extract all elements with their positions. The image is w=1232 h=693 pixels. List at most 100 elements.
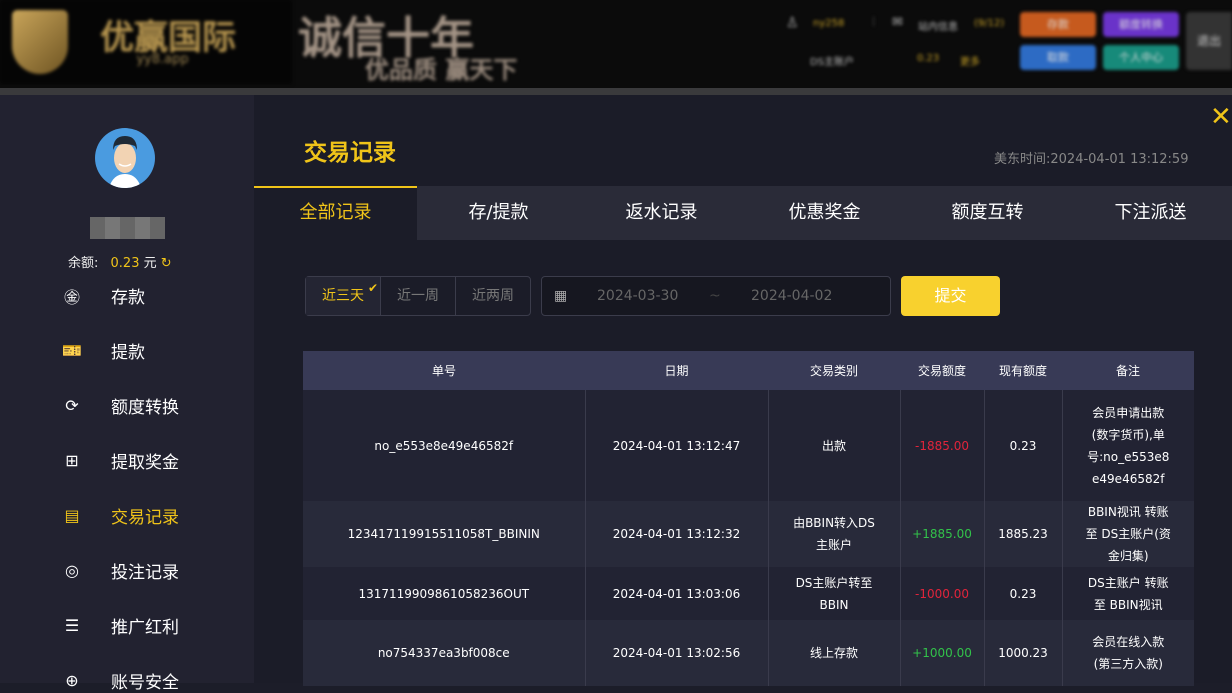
column-header: 日期: [585, 351, 768, 390]
cell-id: no_e553e8e49e46582f: [303, 390, 585, 501]
mail-icon: ✉: [892, 15, 903, 30]
logout-button[interactable]: 退出: [1186, 12, 1232, 70]
sidebar-item-label: 投注记录: [111, 563, 179, 583]
refresh-icon[interactable]: ↻: [161, 256, 172, 271]
header-username[interactable]: ny258: [813, 18, 844, 29]
messages-count: (9/12): [974, 18, 1005, 29]
sidebar-item-label: 提取奖金: [111, 453, 179, 473]
cell-note: 会员在线入款(第三方入款): [1061, 620, 1194, 686]
cell-date: 2024-04-01 13:12:47: [584, 390, 768, 501]
cell-type: 由BBIN转入DS主账户: [767, 501, 900, 567]
date-range-input[interactable]: ▦ 2024-03-30 ~ 2024-04-02: [541, 276, 891, 316]
cell-id: 123417119915511058T_BBININ: [303, 501, 585, 567]
shield-icon: ⊕: [65, 671, 79, 690]
page-title: 交易记录: [304, 140, 396, 166]
calendar-icon: ▦: [554, 288, 568, 304]
range-1week[interactable]: 近一周: [380, 277, 455, 315]
clipboard-icon: ▤: [64, 506, 80, 525]
sidebar-item-bets[interactable]: ◎ 投注记录: [60, 558, 179, 583]
more-link[interactable]: 更多: [960, 53, 980, 68]
username-masked: [90, 217, 165, 239]
account-label: DS主账户: [810, 57, 855, 68]
time-label: 美东时间:: [994, 152, 1051, 167]
table-row: 123417119915511058T_BBININ 2024-04-01 13…: [303, 501, 1194, 567]
column-header: 交易类别: [768, 351, 900, 390]
transactions-table: 单号 日期 交易类别 交易额度 现有额度 备注 no_e553e8e49e465…: [303, 351, 1194, 686]
tab-rebate[interactable]: 返水记录: [580, 186, 743, 240]
range-label: 近三天: [322, 288, 364, 304]
messages-link[interactable]: 站内信息: [918, 18, 958, 33]
cell-note: BBIN视讯 转账至 DS主账户(资金归集): [1061, 501, 1194, 567]
cell-balance: 0.23: [983, 567, 1062, 620]
coins-icon: ☰: [64, 616, 80, 635]
sidebar-item-promo[interactable]: ☰ 推广红利: [60, 613, 179, 638]
sidebar-balance: 余额: 0.23 元 ↻: [68, 252, 172, 271]
balance-unit: 元: [143, 256, 157, 271]
header-profile-button[interactable]: 个人中心: [1103, 45, 1179, 70]
sidebar-item-transactions[interactable]: ▤ 交易记录: [60, 503, 179, 528]
cell-date: 2024-04-01 13:03:06: [584, 567, 768, 620]
sidebar-item-label: 额度转换: [111, 398, 179, 418]
table-row: no_e553e8e49e46582f 2024-04-01 13:12:47 …: [303, 390, 1194, 501]
cell-balance: 1885.23: [983, 501, 1062, 567]
sidebar-item-label: 账号安全: [111, 673, 179, 693]
cell-type: 出款: [767, 390, 900, 501]
end-date[interactable]: 2024-04-02: [751, 288, 832, 304]
cell-id: no754337ea3bf008ce: [303, 620, 585, 686]
tab-transfer[interactable]: 额度互转: [906, 186, 1069, 240]
sidebar-item-label: 提款: [111, 343, 145, 363]
sidebar-item-deposit[interactable]: ㊎ 存款: [60, 283, 145, 309]
gift-icon: ⊞: [65, 451, 79, 470]
sidebar-item-transfer[interactable]: ⟳ 额度转换: [60, 393, 179, 418]
close-icon[interactable]: ✕: [1210, 102, 1232, 132]
cell-note: 会员申请出款(数字货币),单号:no_e553e8e49e46582f: [1061, 390, 1194, 501]
bet-icon: ◎: [65, 561, 79, 580]
cell-amount: -1885.00: [899, 390, 984, 501]
logo[interactable]: 优赢国际 yy8.app: [0, 0, 292, 84]
header-deposit-button[interactable]: 存款: [1020, 12, 1096, 37]
tab-promo-bonus[interactable]: 优惠奖金: [743, 186, 906, 240]
avatar[interactable]: [95, 128, 155, 188]
server-time: 美东时间:2024-04-01 13:12:59: [994, 148, 1188, 167]
submit-button[interactable]: 提交: [901, 276, 1000, 316]
tab-deposit-withdraw[interactable]: 存/提款: [417, 186, 580, 240]
column-header: 现有额度: [984, 351, 1062, 390]
range-selector: 近三天 ✔ 近一周 近两周: [305, 276, 531, 316]
cell-amount: +1885.00: [899, 501, 984, 567]
account-balance: 0.23: [917, 53, 940, 64]
date-separator: ~: [709, 288, 721, 304]
cell-date: 2024-04-01 13:02:56: [584, 620, 768, 686]
sidebar-item-security[interactable]: ⊕ 账号安全: [60, 668, 179, 693]
cell-balance: 1000.23: [983, 620, 1062, 686]
start-date[interactable]: 2024-03-30: [597, 288, 678, 304]
table-row: 1317119909861058236OUT 2024-04-01 13:03:…: [303, 567, 1194, 620]
sidebar-item-label: 存款: [111, 288, 145, 308]
user-icon: ♙: [786, 15, 799, 31]
header-divider: [0, 88, 1232, 95]
cell-id: 1317119909861058236OUT: [303, 567, 585, 620]
yen-circle-icon: ㊎: [63, 287, 80, 307]
header-withdraw-button[interactable]: 取款: [1020, 45, 1096, 70]
column-header: 交易额度: [900, 351, 984, 390]
divider: |: [872, 16, 876, 27]
logo-mark-icon: [12, 10, 68, 74]
header-transfer-button[interactable]: 额度转换: [1103, 12, 1179, 37]
slogan-sub: 优品质 赢天下: [365, 55, 518, 84]
tab-bet-payout[interactable]: 下注派送: [1069, 186, 1232, 240]
cell-amount: -1000.00: [899, 567, 984, 620]
sidebar-item-withdraw[interactable]: 🎫 提款: [60, 338, 145, 363]
tab-all[interactable]: 全部记录: [254, 186, 417, 240]
exchange-icon: ⟳: [65, 396, 79, 415]
column-header: 备注: [1062, 351, 1194, 390]
column-header: 单号: [303, 351, 585, 390]
sidebar-item-bonus[interactable]: ⊞ 提取奖金: [60, 448, 179, 473]
ticket-icon: 🎫: [62, 341, 82, 360]
time-value: 2024-04-01 13:12:59: [1050, 152, 1189, 167]
range-2weeks[interactable]: 近两周: [455, 277, 530, 315]
cell-type: 线上存款: [767, 620, 900, 686]
cell-note: DS主账户 转账至 BBIN视讯: [1061, 567, 1194, 620]
balance-value: 0.23: [110, 256, 140, 271]
cell-type: DS主账户转至BBIN: [767, 567, 900, 620]
cell-date: 2024-04-01 13:12:32: [584, 501, 768, 567]
range-3days[interactable]: 近三天 ✔: [306, 277, 380, 315]
